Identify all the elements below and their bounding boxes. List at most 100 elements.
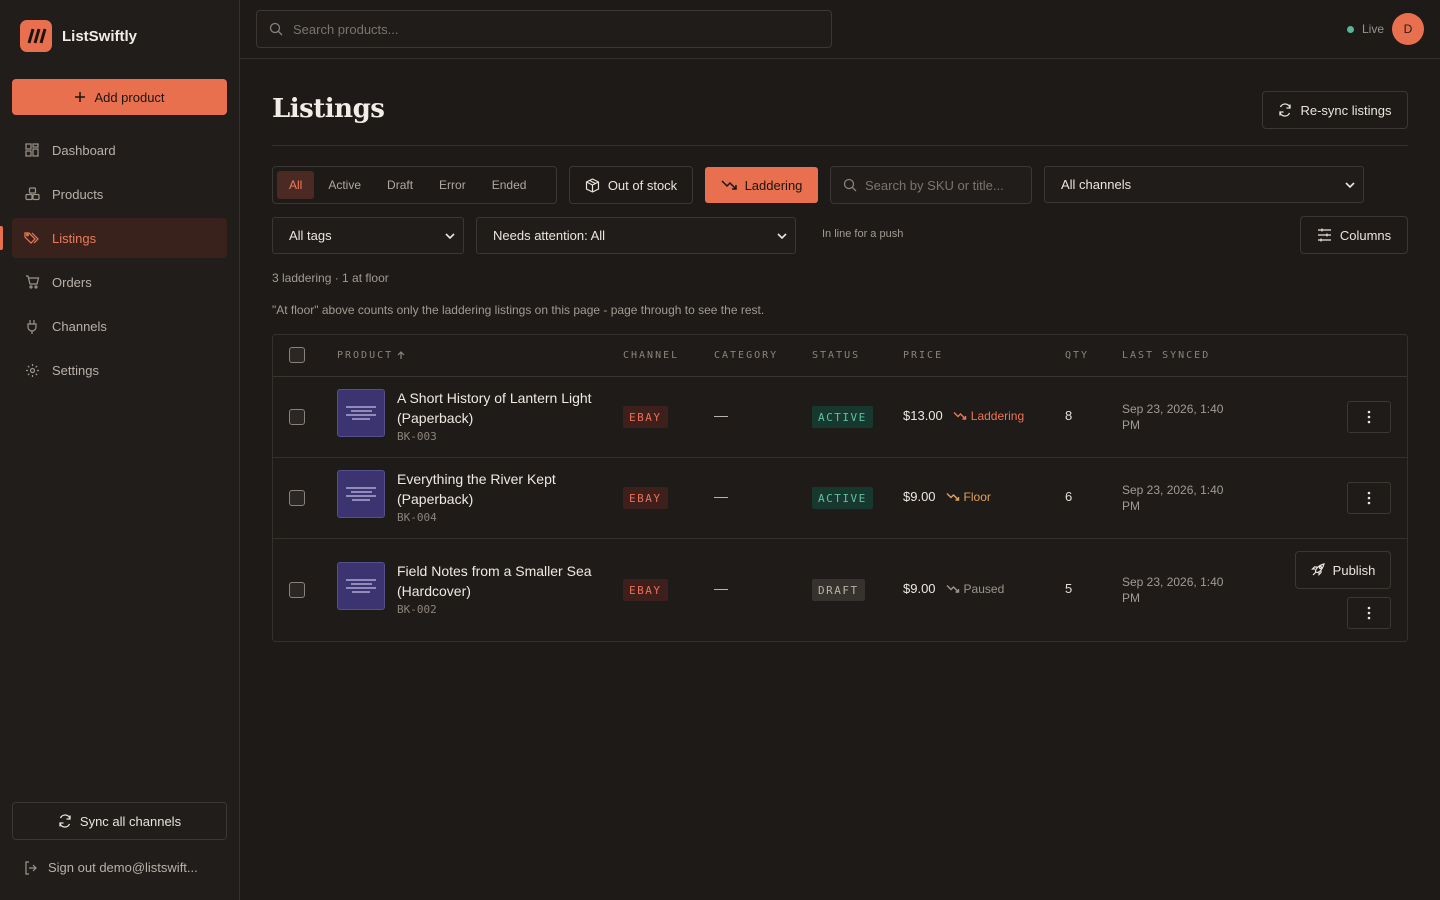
sidebar-item-label: Orders [52, 274, 92, 290]
row-actions-button[interactable] [1347, 401, 1391, 433]
live-label: Live [1361, 22, 1384, 36]
more-vertical-icon [1367, 606, 1371, 620]
row-checkbox[interactable] [289, 582, 305, 598]
attention-select-value: Needs attention: All [493, 228, 606, 243]
sidebar-item-dashboard[interactable]: Dashboard [12, 130, 227, 170]
sku-search[interactable] [830, 166, 1032, 204]
tags-select[interactable]: All tags [272, 217, 464, 254]
plug-icon [24, 318, 40, 334]
sidebar-item-settings[interactable]: Settings [12, 350, 227, 390]
status-filter-tabs: All Active Draft Error Ended [272, 166, 557, 204]
header-qty[interactable]: QTY [1065, 350, 1089, 361]
qty-value: 8 [1065, 408, 1073, 423]
channel-badge: EBAY [623, 487, 668, 509]
live-status: Live [1346, 22, 1384, 36]
header-price[interactable]: PRICE [903, 350, 943, 361]
sidebar-item-label: Settings [52, 362, 99, 378]
header-status[interactable]: STATUS [812, 350, 860, 361]
tags-select-value: All tags [289, 228, 332, 243]
inline-note[interactable]: In line for a push [822, 228, 903, 240]
row-checkbox[interactable] [289, 490, 305, 506]
category-value: — [714, 407, 728, 423]
avatar[interactable]: D [1392, 13, 1424, 45]
status-badge: DRAFT [812, 579, 865, 601]
channel-select-value: All channels [1061, 177, 1132, 192]
publish-button[interactable]: Publish [1295, 551, 1391, 589]
table-row[interactable]: A Short History of Lantern Light (Paperb… [273, 377, 1407, 458]
add-product-button[interactable]: Add product [12, 79, 227, 115]
price-cell: $9.00 Floor [903, 489, 991, 504]
trending-down-icon [946, 584, 960, 594]
tab-error[interactable]: Error [427, 171, 478, 199]
global-search[interactable] [256, 10, 832, 48]
sync-all-channels-button[interactable]: Sync all channels [12, 802, 227, 840]
price-cell: $9.00 Paused [903, 581, 1004, 596]
row-actions-button[interactable] [1347, 482, 1391, 514]
chevron-down-icon [777, 232, 787, 239]
header-last-synced[interactable]: LAST SYNCED [1122, 350, 1210, 361]
columns-label: Columns [1339, 227, 1392, 243]
product-thumbnail [337, 562, 385, 610]
qty-value: 6 [1065, 489, 1073, 504]
laddering-filter-button[interactable]: Laddering [705, 167, 818, 203]
brand[interactable]: ListSwiftly [20, 20, 137, 52]
status-badge: ACTIVE [812, 406, 873, 428]
table-row[interactable]: Field Notes from a Smaller Sea (Hardcove… [273, 539, 1407, 641]
resync-listings-button[interactable]: Re-sync listings [1262, 91, 1408, 129]
table-row[interactable]: Everything the River Kept (Paperback) BK… [273, 458, 1407, 539]
tab-all[interactable]: All [277, 171, 315, 199]
refresh-icon [58, 814, 72, 828]
sidebar: ListSwiftly Add product Dashboard Produc… [0, 0, 240, 900]
logout-icon [24, 860, 38, 875]
ladder-state: Paused [946, 582, 1004, 596]
header-channel[interactable]: CHANNEL [623, 350, 679, 361]
tab-draft[interactable]: Draft [375, 171, 425, 199]
global-search-input[interactable] [293, 21, 831, 37]
product-title[interactable]: A Short History of Lantern Light (Paperb… [397, 388, 597, 428]
refresh-icon [1278, 103, 1292, 117]
tab-ended[interactable]: Ended [480, 171, 539, 199]
price-cell: $13.00 Laddering [903, 408, 1024, 423]
package-icon [585, 177, 600, 193]
sku-search-input[interactable] [865, 177, 1031, 193]
sidebar-item-orders[interactable]: Orders [12, 262, 227, 302]
last-synced-value: Sep 23, 2026, 1:40 PM [1122, 575, 1224, 605]
last-synced-value: Sep 23, 2026, 1:40 PM [1122, 402, 1224, 432]
laddering-label: Laddering [744, 177, 803, 193]
channel-select[interactable]: All channels [1044, 166, 1364, 203]
row-actions-button[interactable] [1347, 597, 1391, 629]
gear-icon [24, 362, 40, 378]
product-sku: BK-004 [397, 511, 437, 524]
category-value: — [714, 488, 728, 504]
resync-label: Re-sync listings [1300, 102, 1392, 118]
product-sku: BK-002 [397, 603, 437, 616]
laddering-summary: 3 laddering · 1 at floor [272, 271, 389, 285]
chevron-down-icon [1345, 181, 1355, 188]
columns-button[interactable]: Columns [1300, 216, 1408, 254]
header-product[interactable]: PRODUCT [337, 350, 405, 361]
page-title: Listings [272, 94, 385, 124]
header-category[interactable]: CATEGORY [714, 350, 778, 361]
tags-icon [24, 230, 40, 246]
sign-out-link[interactable]: Sign out demo@listswift... [24, 860, 224, 875]
sidebar-item-label: Listings [52, 230, 97, 246]
ladder-state-label: Floor [963, 489, 991, 504]
sidebar-item-channels[interactable]: Channels [12, 306, 227, 346]
select-all-checkbox[interactable] [289, 347, 305, 363]
tab-active[interactable]: Active [316, 171, 373, 199]
attention-select[interactable]: Needs attention: All [476, 217, 796, 254]
sidebar-item-listings[interactable]: Listings [0, 218, 227, 258]
sidebar-item-label: Dashboard [52, 142, 116, 158]
row-checkbox[interactable] [289, 409, 305, 425]
logo-icon [20, 20, 52, 52]
ladder-state: Laddering [953, 409, 1024, 423]
category-value: — [714, 580, 728, 596]
product-title[interactable]: Field Notes from a Smaller Sea (Hardcove… [397, 561, 597, 601]
add-product-label: Add product [94, 89, 165, 105]
trending-down-icon [953, 411, 967, 421]
product-title[interactable]: Everything the River Kept (Paperback) [397, 469, 597, 509]
rocket-icon [1310, 563, 1325, 577]
out-of-stock-filter-button[interactable]: Out of stock [569, 166, 693, 204]
sidebar-item-products[interactable]: Products [12, 174, 227, 214]
channel-badge: EBAY [623, 406, 668, 428]
